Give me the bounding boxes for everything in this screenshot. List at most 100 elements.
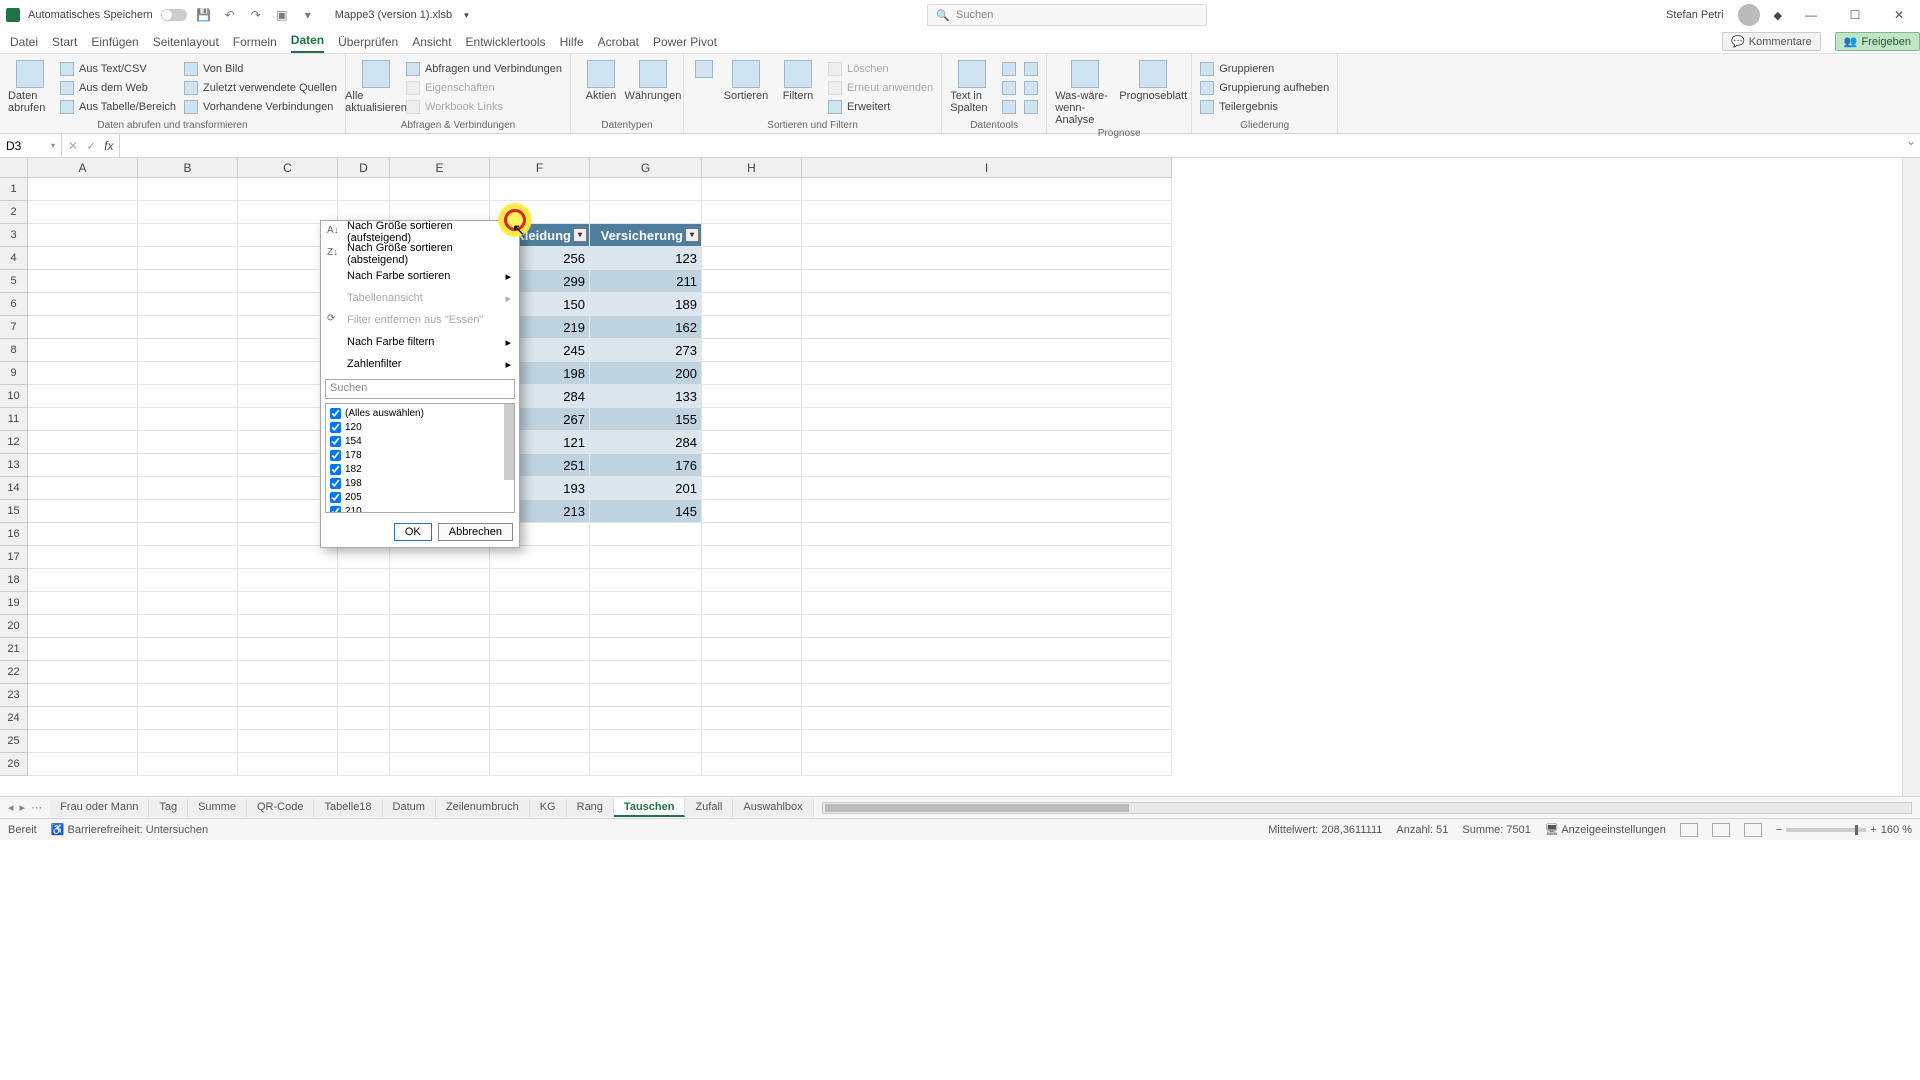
- cell[interactable]: [802, 385, 1172, 408]
- filter-dropdown-icon[interactable]: ▾: [685, 228, 699, 242]
- cell[interactable]: [28, 224, 138, 247]
- vertical-scrollbar[interactable]: [1902, 158, 1920, 796]
- cell[interactable]: 133: [590, 385, 702, 408]
- col-header[interactable]: A: [28, 158, 138, 178]
- username[interactable]: Stefan Petri: [1666, 9, 1723, 21]
- recent-sources[interactable]: Zuletzt verwendete Quellen: [184, 79, 337, 96]
- ungroup-button[interactable]: Gruppierung aufheben: [1200, 79, 1329, 96]
- cell[interactable]: [138, 385, 238, 408]
- cell[interactable]: [490, 684, 590, 707]
- cell[interactable]: [28, 661, 138, 684]
- select-all-corner[interactable]: [0, 158, 28, 178]
- cell[interactable]: [28, 684, 138, 707]
- row-header[interactable]: 25: [0, 730, 28, 753]
- tab-seitenlayout[interactable]: Seitenlayout: [153, 35, 219, 53]
- cell[interactable]: [390, 546, 490, 569]
- cell[interactable]: [702, 362, 802, 385]
- cell[interactable]: [702, 316, 802, 339]
- cell[interactable]: [238, 661, 338, 684]
- cell[interactable]: [138, 431, 238, 454]
- cell[interactable]: [702, 293, 802, 316]
- cell[interactable]: [702, 661, 802, 684]
- cell[interactable]: [802, 431, 1172, 454]
- cell[interactable]: [238, 730, 338, 753]
- save-icon[interactable]: 💾: [195, 6, 213, 24]
- row-header[interactable]: 11: [0, 408, 28, 431]
- cell[interactable]: [238, 707, 338, 730]
- sheet-tab[interactable]: Summe: [188, 799, 247, 817]
- filter-value-checkbox[interactable]: [330, 450, 341, 461]
- select-all-checkbox[interactable]: [330, 408, 341, 419]
- cell[interactable]: [338, 546, 390, 569]
- cell[interactable]: [28, 730, 138, 753]
- tab-daten[interactable]: Daten: [291, 33, 324, 53]
- cell[interactable]: [138, 707, 238, 730]
- sort-by-color[interactable]: Nach Farbe sortieren▸: [321, 265, 519, 287]
- cell[interactable]: [590, 661, 702, 684]
- sheet-first-icon[interactable]: ◂: [8, 801, 14, 814]
- search-box[interactable]: 🔍 Suchen: [927, 4, 1207, 26]
- sheet-tab[interactable]: Tag: [149, 799, 188, 817]
- zoom-in-icon[interactable]: +: [1870, 824, 1876, 836]
- display-settings[interactable]: 🖥 Anzeigeeinstellungen: [1545, 823, 1666, 836]
- sheet-tab[interactable]: Tauschen: [614, 799, 686, 817]
- formula-input[interactable]: [120, 134, 1902, 157]
- cell[interactable]: 211: [590, 270, 702, 293]
- row-header[interactable]: 1: [0, 178, 28, 201]
- cell[interactable]: [338, 615, 390, 638]
- cell[interactable]: [28, 316, 138, 339]
- cell[interactable]: 273: [590, 339, 702, 362]
- cell[interactable]: [138, 454, 238, 477]
- cell[interactable]: [802, 454, 1172, 477]
- queries-connections[interactable]: Abfragen und Verbindungen: [406, 60, 562, 77]
- row-header[interactable]: 23: [0, 684, 28, 707]
- view-layout-icon[interactable]: [1712, 823, 1730, 837]
- cell[interactable]: [138, 293, 238, 316]
- col-header[interactable]: G: [590, 158, 702, 178]
- cell[interactable]: [702, 477, 802, 500]
- from-text-csv[interactable]: Aus Text/CSV: [60, 60, 176, 77]
- cell[interactable]: [490, 592, 590, 615]
- row-header[interactable]: 13: [0, 454, 28, 477]
- cell[interactable]: [138, 500, 238, 523]
- cell[interactable]: [138, 224, 238, 247]
- cell[interactable]: [28, 385, 138, 408]
- filter-value-checkbox[interactable]: [330, 478, 341, 489]
- cell[interactable]: [138, 362, 238, 385]
- expand-fbar-icon[interactable]: ⌄: [1902, 134, 1920, 157]
- row-header[interactable]: 9: [0, 362, 28, 385]
- cell[interactable]: [28, 408, 138, 431]
- cell[interactable]: 200: [590, 362, 702, 385]
- cell[interactable]: [390, 753, 490, 776]
- cell[interactable]: [702, 431, 802, 454]
- cell[interactable]: [28, 178, 138, 201]
- cell[interactable]: [490, 638, 590, 661]
- refresh-all-button[interactable]: Alle aktualisieren: [354, 56, 398, 114]
- sheet-tab[interactable]: Datum: [383, 799, 436, 817]
- qat-more-icon[interactable]: ▾: [299, 6, 317, 24]
- cell[interactable]: [238, 178, 338, 201]
- cell[interactable]: [702, 201, 802, 224]
- advanced-filter[interactable]: Erweitert: [828, 98, 933, 115]
- cell[interactable]: [138, 615, 238, 638]
- sheet-tab[interactable]: KG: [530, 799, 567, 817]
- col-header[interactable]: I: [802, 158, 1172, 178]
- cell[interactable]: [28, 500, 138, 523]
- cell[interactable]: [802, 661, 1172, 684]
- cell[interactable]: [702, 385, 802, 408]
- row-header[interactable]: 10: [0, 385, 28, 408]
- cell[interactable]: [490, 615, 590, 638]
- filter-value-checkbox[interactable]: [330, 436, 341, 447]
- share-button[interactable]: 👥 Freigeben: [1835, 32, 1920, 51]
- cell[interactable]: [702, 224, 802, 247]
- cell[interactable]: [28, 546, 138, 569]
- cell[interactable]: [338, 178, 390, 201]
- data-model[interactable]: [1024, 98, 1038, 115]
- cell[interactable]: [28, 707, 138, 730]
- cell[interactable]: [338, 707, 390, 730]
- cell[interactable]: [802, 316, 1172, 339]
- tab-acrobat[interactable]: Acrobat: [598, 35, 639, 53]
- cell[interactable]: [702, 546, 802, 569]
- cell[interactable]: [238, 546, 338, 569]
- cell[interactable]: [238, 615, 338, 638]
